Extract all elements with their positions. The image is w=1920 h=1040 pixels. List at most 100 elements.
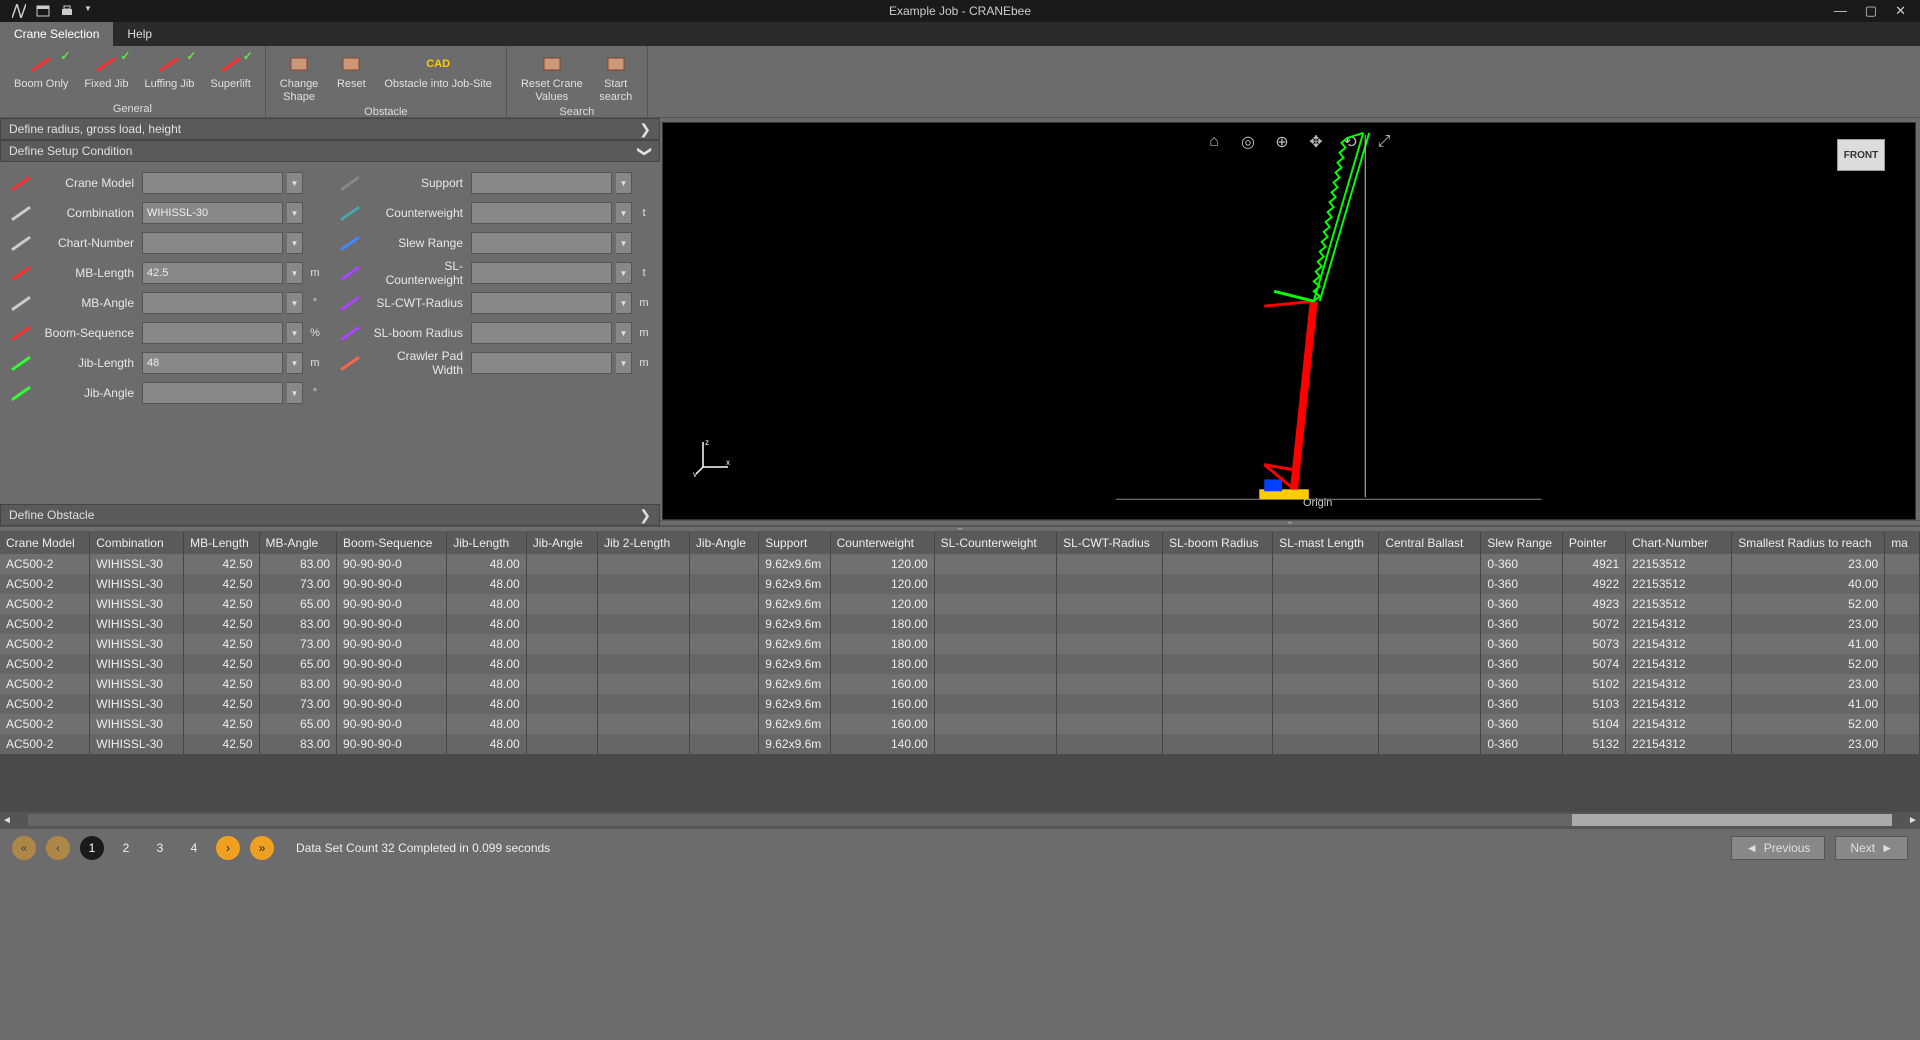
- window-icon[interactable]: [36, 4, 50, 18]
- field-input[interactable]: [142, 292, 283, 314]
- field-input[interactable]: [471, 352, 612, 374]
- dropdown-icon[interactable]: ▼: [84, 4, 98, 18]
- reset-crane-button[interactable]: Reset Crane Values: [513, 50, 591, 106]
- field-input[interactable]: [471, 202, 612, 224]
- column-header[interactable]: SL-boom Radius: [1163, 532, 1273, 554]
- column-header[interactable]: Jib-Length: [447, 532, 527, 554]
- field-input[interactable]: [471, 172, 612, 194]
- table-row[interactable]: AC500-2WIHISSL-3042.5073.0090-90-90-048.…: [0, 574, 1920, 594]
- dropdown-icon[interactable]: ▼: [616, 352, 632, 374]
- column-header[interactable]: ma: [1885, 532, 1920, 554]
- print-icon[interactable]: [60, 4, 74, 18]
- column-header[interactable]: Jib-Angle: [526, 532, 597, 554]
- close-button[interactable]: ✕: [1895, 3, 1906, 19]
- field-input[interactable]: [471, 322, 612, 344]
- table-row[interactable]: AC500-2WIHISSL-3042.5065.0090-90-90-048.…: [0, 654, 1920, 674]
- column-header[interactable]: Crane Model: [0, 532, 90, 554]
- column-header[interactable]: Slew Range: [1481, 532, 1563, 554]
- table-row[interactable]: AC500-2WIHISSL-3042.5073.0090-90-90-048.…: [0, 694, 1920, 714]
- dropdown-icon[interactable]: ▼: [287, 202, 303, 224]
- column-header[interactable]: MB-Angle: [259, 532, 337, 554]
- pager-last[interactable]: »: [250, 836, 274, 860]
- reset-button[interactable]: Reset: [326, 50, 376, 93]
- luffing-jib-button[interactable]: ✓Luffing Jib: [136, 50, 202, 93]
- viewport-3d[interactable]: ⌂ ◎ ⊕ ✥ ⟲ ⤢ FRONT: [662, 122, 1916, 520]
- table-row[interactable]: AC500-2WIHISSL-3042.5083.0090-90-90-048.…: [0, 554, 1920, 574]
- scroll-right-icon[interactable]: ►: [1906, 815, 1920, 826]
- pager-page[interactable]: 1: [80, 836, 104, 860]
- field-input[interactable]: [471, 292, 612, 314]
- column-header[interactable]: Smallest Radius to reach: [1732, 532, 1885, 554]
- column-header[interactable]: SL-CWT-Radius: [1057, 532, 1163, 554]
- previous-button[interactable]: ◄Previous: [1731, 836, 1826, 860]
- dropdown-icon[interactable]: ▼: [287, 292, 303, 314]
- field-input[interactable]: [142, 232, 283, 254]
- table-row[interactable]: AC500-2WIHISSL-3042.5083.0090-90-90-048.…: [0, 614, 1920, 634]
- dropdown-icon[interactable]: ▼: [287, 232, 303, 254]
- pager-page[interactable]: 2: [114, 836, 138, 860]
- field-input[interactable]: WIHISSL-30: [142, 202, 283, 224]
- column-header[interactable]: SL-mast Length: [1273, 532, 1379, 554]
- table-row[interactable]: AC500-2WIHISSL-3042.5065.0090-90-90-048.…: [0, 714, 1920, 734]
- pager-page[interactable]: 3: [148, 836, 172, 860]
- column-header[interactable]: Jib-Angle: [689, 532, 758, 554]
- column-header[interactable]: Support: [759, 532, 830, 554]
- tab-help[interactable]: Help: [113, 22, 166, 46]
- splitter-horizontal[interactable]: ••: [660, 520, 1920, 526]
- section-define-load[interactable]: Define radius, gross load, height ❯: [0, 118, 660, 140]
- dropdown-icon[interactable]: ▼: [616, 232, 632, 254]
- column-header[interactable]: Boom-Sequence: [337, 532, 447, 554]
- dropdown-icon[interactable]: ▼: [287, 262, 303, 284]
- field-input[interactable]: 42.5: [142, 262, 283, 284]
- app-logo-icon[interactable]: [12, 4, 26, 18]
- section-define-obstacle[interactable]: Define Obstacle ❯: [0, 504, 660, 526]
- boom-button[interactable]: ✓Boom Only: [6, 50, 76, 93]
- table-row[interactable]: AC500-2WIHISSL-3042.5083.0090-90-90-048.…: [0, 734, 1920, 754]
- section-define-setup[interactable]: Define Setup Condition ❯: [0, 140, 660, 162]
- table-row[interactable]: AC500-2WIHISSL-3042.5065.0090-90-90-048.…: [0, 594, 1920, 614]
- field-input[interactable]: [142, 322, 283, 344]
- superlift-button[interactable]: ✓Superlift: [202, 50, 258, 93]
- pager-first[interactable]: «: [12, 836, 36, 860]
- dropdown-icon[interactable]: ▼: [287, 322, 303, 344]
- column-header[interactable]: Central Ballast: [1379, 532, 1481, 554]
- dropdown-icon[interactable]: ▼: [616, 202, 632, 224]
- shape-button[interactable]: Change Shape: [272, 50, 327, 106]
- tab-crane-selection[interactable]: Crane Selection: [0, 22, 113, 46]
- fixed-jib-button[interactable]: ✓Fixed Jib: [76, 50, 136, 93]
- field-input[interactable]: [471, 232, 612, 254]
- column-header[interactable]: MB-Length: [184, 532, 259, 554]
- horizontal-scrollbar[interactable]: ◄ ►: [0, 812, 1920, 828]
- results-table[interactable]: Crane ModelCombinationMB-LengthMB-AngleB…: [0, 532, 1920, 754]
- dropdown-icon[interactable]: ▼: [287, 172, 303, 194]
- table-row[interactable]: AC500-2WIHISSL-3042.5073.0090-90-90-048.…: [0, 634, 1920, 654]
- dropdown-icon[interactable]: ▼: [616, 292, 632, 314]
- column-header[interactable]: Jib 2-Length: [598, 532, 690, 554]
- column-header[interactable]: Counterweight: [830, 532, 934, 554]
- scrollbar-thumb[interactable]: [1572, 814, 1892, 826]
- pager-page[interactable]: 4: [182, 836, 206, 860]
- column-header[interactable]: Pointer: [1562, 532, 1625, 554]
- pager-prev[interactable]: ‹: [46, 836, 70, 860]
- dropdown-icon[interactable]: ▼: [616, 262, 632, 284]
- column-header[interactable]: Combination: [90, 532, 184, 554]
- search-button[interactable]: Start search: [591, 50, 641, 106]
- minimize-button[interactable]: —: [1834, 3, 1847, 19]
- cad-button[interactable]: CADObstacle into Job-Site: [376, 50, 500, 93]
- column-header[interactable]: SL-Counterweight: [934, 532, 1056, 554]
- field-input[interactable]: [471, 262, 612, 284]
- pager-next[interactable]: ›: [216, 836, 240, 860]
- maximize-button[interactable]: ▢: [1865, 3, 1877, 19]
- table-row[interactable]: AC500-2WIHISSL-3042.5083.0090-90-90-048.…: [0, 674, 1920, 694]
- field-input[interactable]: 48: [142, 352, 283, 374]
- field-input[interactable]: [142, 382, 283, 404]
- dropdown-icon[interactable]: ▼: [287, 382, 303, 404]
- next-button[interactable]: Next►: [1835, 836, 1908, 860]
- column-header[interactable]: Chart-Number: [1626, 532, 1732, 554]
- scroll-left-icon[interactable]: ◄: [0, 815, 14, 826]
- field-input[interactable]: [142, 172, 283, 194]
- dropdown-icon[interactable]: ▼: [616, 322, 632, 344]
- dropdown-icon[interactable]: ▼: [287, 352, 303, 374]
- dropdown-icon[interactable]: ▼: [616, 172, 632, 194]
- table-cell: [1163, 634, 1273, 654]
